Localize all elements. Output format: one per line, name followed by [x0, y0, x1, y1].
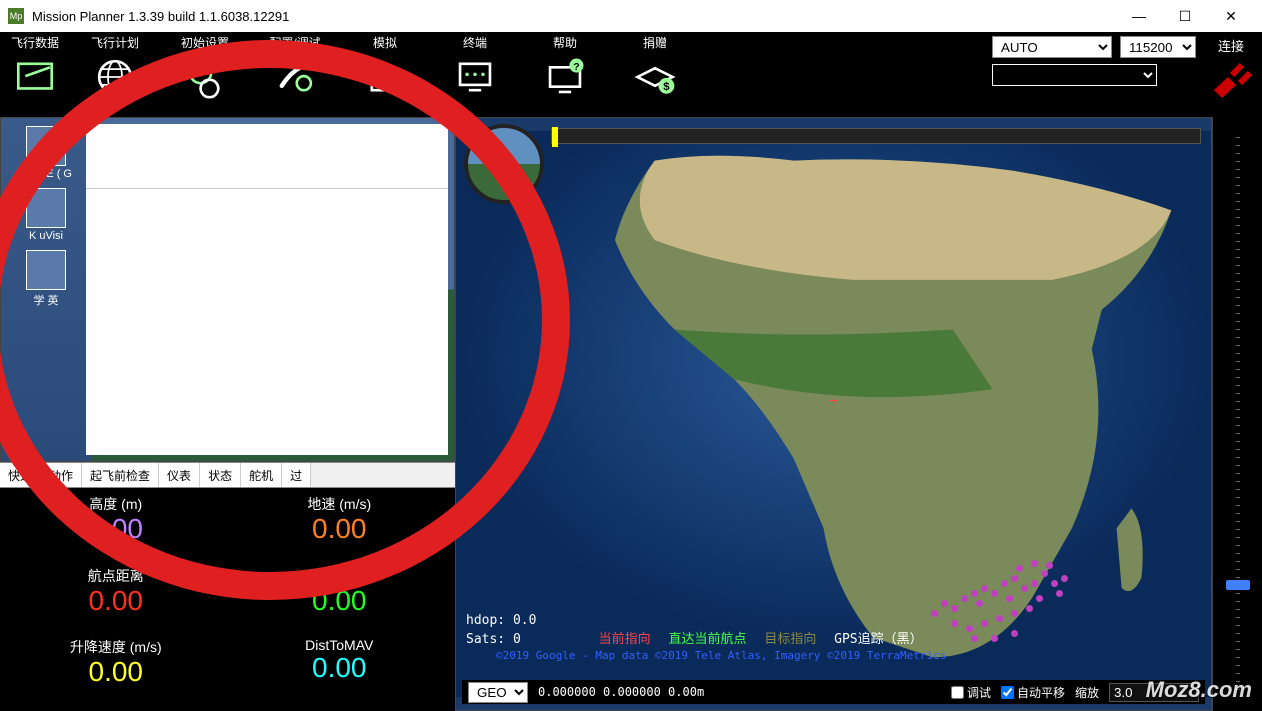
tab-servo[interactable]: 舵机: [241, 463, 282, 487]
gps-track: GPS追踪（黑）: [834, 632, 922, 647]
status-tabs: 快速 动作 起飞前检查 仪表 状态 舵机 过: [0, 462, 455, 488]
toolbar-donate[interactable]: 捐赠 $: [610, 32, 700, 101]
maximize-button[interactable]: ☐: [1162, 0, 1208, 32]
toolbar-flight-data[interactable]: 飞行数据: [0, 32, 70, 101]
connection-area: AUTO 115200 连接: [992, 36, 1256, 109]
target-heading: 目标指向: [764, 632, 816, 647]
stat-altitude[interactable]: 高度 (m) 0.00: [4, 492, 228, 564]
mini-attitude-indicator: [464, 124, 544, 204]
map-attribution: ©2019 Google - Map data ©2019 Tele Atlas…: [496, 649, 946, 662]
svg-text:$: $: [663, 81, 670, 93]
stat-wp-dist[interactable]: 航点距离 0.00: [4, 564, 228, 636]
direct-wp: 直达当前航点: [668, 632, 746, 647]
plane-monitor-icon: [363, 53, 407, 101]
coord-readout: 0.000000 0.000000 0.00m: [538, 685, 704, 699]
stat-vspeed[interactable]: 升降速度 (m/s) 0.00: [4, 635, 228, 707]
toolbar-config[interactable]: 配置/调试: [250, 32, 340, 101]
toolbar-simulation[interactable]: 模拟: [340, 32, 430, 101]
desktop-shortcut: 3 IDLE ( G: [16, 126, 76, 180]
desktop-background: 3 IDLE ( G K uVisi 学 英: [1, 118, 91, 461]
port-select[interactable]: AUTO: [992, 36, 1112, 58]
desktop-shortcut: K uVisi: [16, 188, 76, 242]
zoom-track: [1236, 137, 1240, 691]
globe-icon: [93, 53, 137, 101]
zoom-thumb[interactable]: [1226, 580, 1250, 590]
toolbar-initial-setup[interactable]: 初始设置: [160, 32, 250, 101]
sats-label: Sats: 0: [466, 632, 521, 647]
debug-checkbox[interactable]: 调试: [951, 684, 991, 701]
connect-button[interactable]: [1206, 55, 1256, 109]
title-bar: Mp Mission Planner 1.3.39 build 1.1.6038…: [0, 0, 1262, 32]
stat-yaw[interactable]: 偏航 (deg) 0.00: [228, 564, 452, 636]
donate-icon: $: [633, 53, 677, 101]
baud-select[interactable]: 115200: [1120, 36, 1196, 58]
wrench-gear-icon: [273, 53, 317, 101]
quick-stats: 高度 (m) 0.00 地速 (m/s) 0.00 航点距离 0.00 偏航 (…: [0, 488, 455, 711]
help-icon: ?: [543, 53, 587, 101]
tab-actions[interactable]: 动作: [41, 463, 82, 487]
stat-dist-mav[interactable]: DistToMAV 0.00: [228, 635, 452, 707]
right-column: + hdop: 0.0 Sats: 0: [455, 117, 1262, 711]
app-icon: Mp: [8, 8, 24, 24]
desktop-shortcut: 学 英: [16, 250, 76, 308]
hud-panel: 3 IDLE ( G K uVisi 学 英: [0, 117, 455, 462]
autopan-checkbox[interactable]: 自动平移: [1001, 684, 1065, 701]
terminal-icon: [453, 53, 497, 101]
port-extra-select[interactable]: [992, 64, 1157, 86]
window-title: Mission Planner 1.3.39 build 1.1.6038.12…: [32, 9, 1116, 24]
tab-more[interactable]: 过: [282, 463, 311, 487]
toolbar-terminal[interactable]: 终端: [430, 32, 520, 101]
heading-current: 当前指向: [599, 632, 651, 647]
tab-quick[interactable]: 快速: [0, 463, 41, 487]
blank-hud-overlay: [86, 124, 448, 455]
toolbar-flight-plan[interactable]: 飞行计划: [70, 32, 160, 101]
main-toolbar: 飞行数据 飞行计划 初始设置 配置/调试 模拟 终端 帮助: [0, 32, 1262, 117]
toolbar-help[interactable]: 帮助 ?: [520, 32, 610, 101]
minimize-button[interactable]: —: [1116, 0, 1162, 32]
tab-status[interactable]: 状态: [200, 463, 241, 487]
connect-label: 连接: [1218, 36, 1244, 55]
tab-gauges[interactable]: 仪表: [159, 463, 200, 487]
compass-heading-bar: [551, 128, 1201, 144]
map-crosshair-icon: +: [829, 393, 838, 411]
left-column: 3 IDLE ( G K uVisi 学 英 快速 动作 起飞前检查 仪表 状态…: [0, 117, 455, 711]
svg-text:?: ?: [573, 61, 579, 73]
flight-data-icon: [13, 53, 57, 101]
window-controls: — ☐ ✕: [1116, 0, 1254, 32]
close-button[interactable]: ✕: [1208, 0, 1254, 32]
main-area: 3 IDLE ( G K uVisi 学 英 快速 动作 起飞前检查 仪表 状态…: [0, 117, 1262, 711]
map-view[interactable]: + hdop: 0.0 Sats: 0: [455, 117, 1212, 711]
gps-info: hdop: 0.0 Sats: 0 当前指向 直达当前航点 目标指向 GPS追踪…: [466, 613, 946, 662]
stat-groundspeed[interactable]: 地速 (m/s) 0.00: [228, 492, 452, 564]
zoom-label: 缩放: [1075, 684, 1099, 701]
tab-preflight[interactable]: 起飞前检查: [82, 463, 159, 487]
coord-unit-select[interactable]: GEO: [468, 682, 528, 703]
hdop-label: hdop: 0.0: [466, 613, 946, 628]
gear-plus-icon: [183, 53, 227, 101]
map-bottom-bar: GEO 0.000000 0.000000 0.00m 调试 自动平移 缩放: [462, 680, 1205, 704]
watermark: Moz8.com: [1146, 677, 1252, 703]
zoom-slider[interactable]: [1212, 117, 1262, 711]
